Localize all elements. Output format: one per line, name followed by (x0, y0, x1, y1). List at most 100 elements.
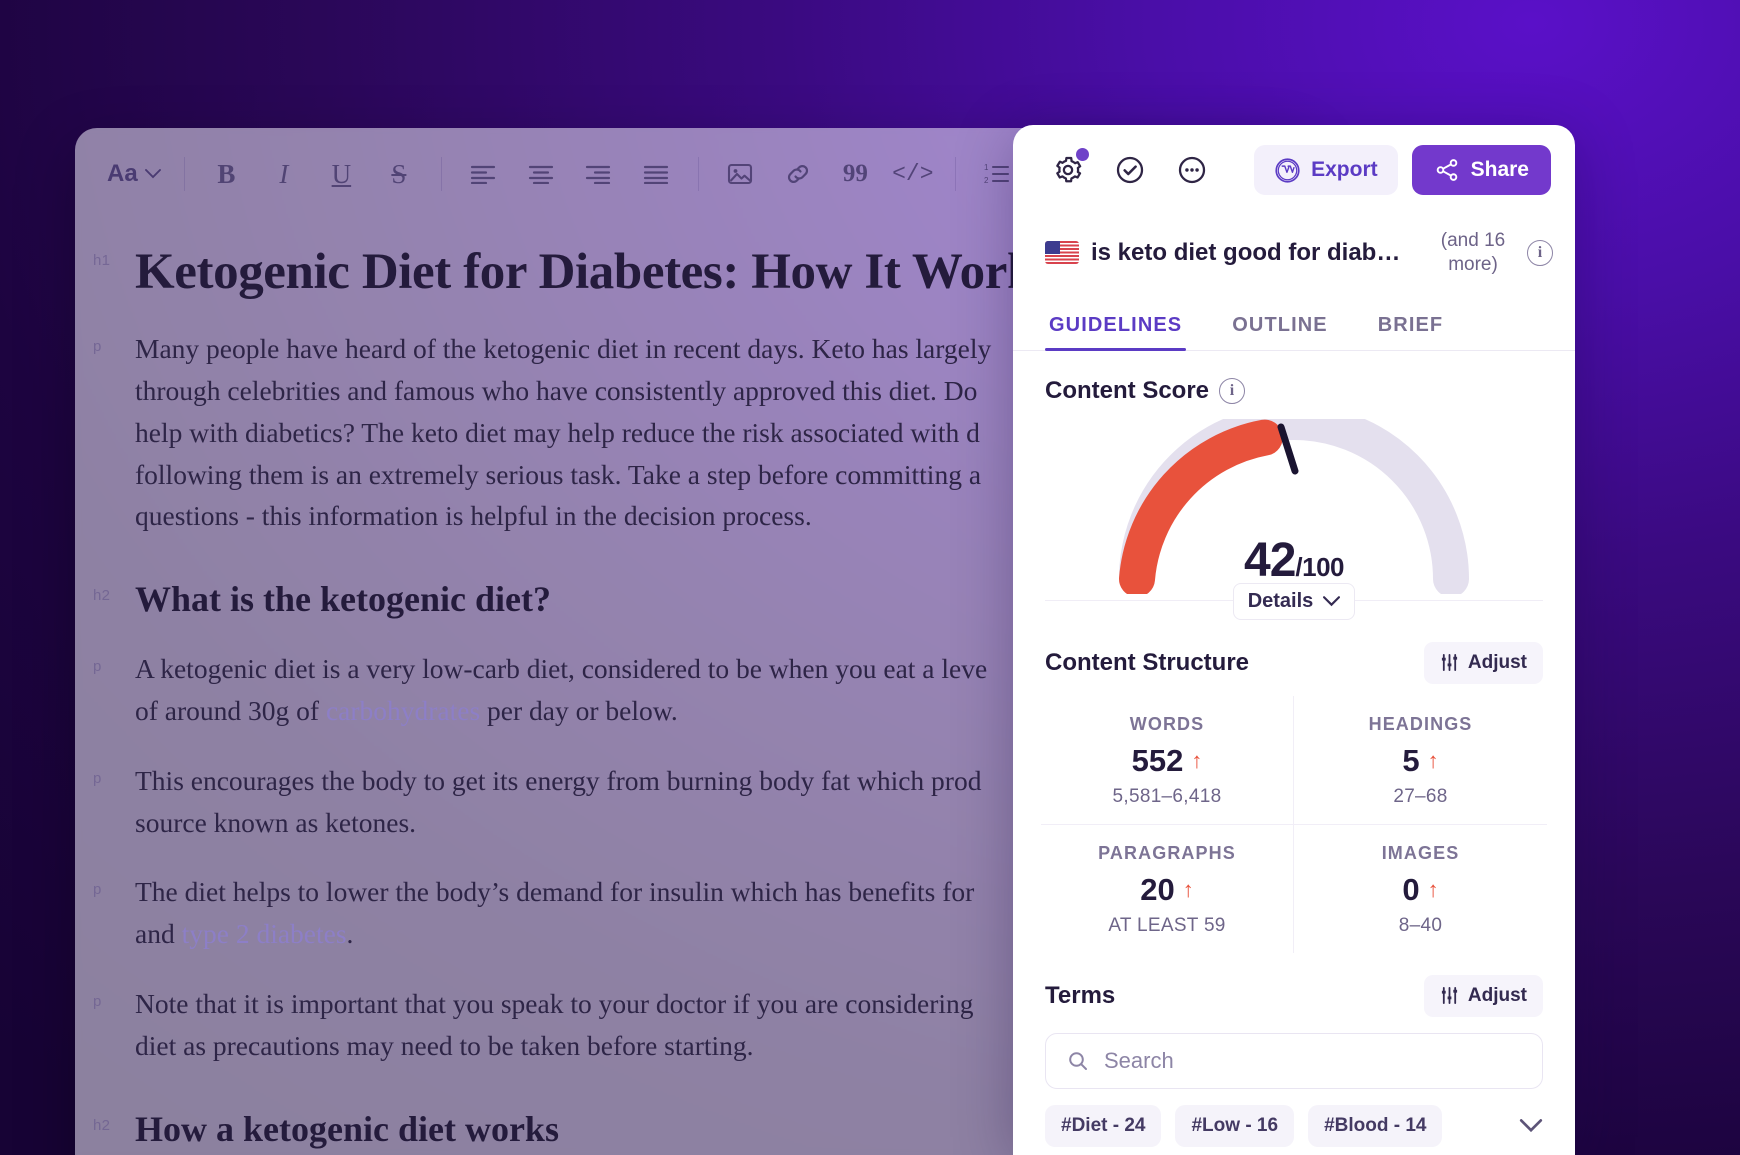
content-structure-stats: WORDS 552 ↑ 5,581–6,418 HEADINGS 5 ↑ 27–… (1041, 695, 1547, 953)
stat-value: 20 (1140, 871, 1175, 907)
block-tag-h2: h2 (93, 587, 111, 605)
stat-value-row: 552 ↑ (1041, 743, 1293, 779)
export-button[interactable]: Export (1254, 145, 1398, 195)
stat-range: AT LEAST 59 (1108, 914, 1226, 936)
stat-words: WORDS 552 ↑ 5,581–6,418 (1041, 695, 1294, 825)
block-tag-p: p (93, 658, 102, 676)
block-tag-p: p (93, 769, 102, 787)
keyword-text: is keto diet good for diab… (1091, 238, 1401, 266)
align-center-button[interactable] (520, 151, 562, 197)
toolbar-divider (440, 157, 442, 191)
more-options-button[interactable] (1169, 147, 1215, 193)
strikethrough-button[interactable]: S (378, 151, 420, 197)
search-icon (1069, 1051, 1087, 1070)
content-structure-header: Content Structure Adjust (1013, 638, 1575, 684)
sliders-icon (1441, 986, 1457, 1005)
toolbar-divider (183, 157, 185, 191)
chevron-down-icon (1323, 595, 1341, 606)
toolbar-divider (954, 157, 956, 191)
expand-terms-button[interactable] (1519, 1118, 1543, 1133)
stat-images: IMAGES 0 ↑ 8–40 (1294, 825, 1547, 953)
check-circle-icon (1116, 156, 1144, 184)
details-row: Details (1045, 582, 1543, 638)
stat-label: WORDS (1129, 713, 1205, 734)
terms-adjust-button[interactable]: Adjust (1423, 974, 1543, 1017)
stat-label: PARAGRAPHS (1098, 842, 1236, 863)
chevron-down-icon (144, 169, 161, 179)
content-score-title: Content Score (1045, 376, 1210, 404)
term-chip[interactable]: #Diet - 24 (1045, 1104, 1162, 1147)
stat-range: 27–68 (1393, 785, 1448, 807)
align-justify-button[interactable] (635, 151, 677, 197)
details-button[interactable]: Details (1232, 582, 1356, 620)
block-tag-h1: h1 (93, 252, 111, 269)
content-structure-adjust-button[interactable]: Adjust (1423, 641, 1543, 684)
settings-button[interactable] (1045, 147, 1091, 193)
stat-range: 8–40 (1398, 914, 1443, 936)
insert-image-button[interactable] (720, 151, 762, 197)
align-left-button[interactable] (463, 151, 505, 197)
stat-value: 552 (1131, 742, 1184, 778)
chevron-down-icon (1519, 1118, 1543, 1132)
gauge-score-readout: 42/100 (1099, 533, 1489, 588)
block-tag-p: p (93, 992, 102, 1010)
font-size-dropdown[interactable]: Aa (107, 160, 161, 188)
stat-headings: HEADINGS 5 ↑ 27–68 (1294, 696, 1547, 825)
toolbar-divider (697, 157, 699, 191)
seo-guidelines-panel: Export Share is keto diet good for diab…… (1013, 125, 1575, 1155)
terms-header: Terms Adjust (1013, 953, 1575, 1017)
score-max: /100 (1295, 551, 1344, 582)
term-chip[interactable]: #Blood - 14 (1308, 1104, 1443, 1147)
underline-button[interactable]: U (321, 151, 363, 197)
keyword-row[interactable]: is keto diet good for diab… (and 16 more… (1013, 215, 1575, 295)
trend-up-icon: ↑ (1182, 876, 1194, 902)
stat-paragraphs: PARAGRAPHS 20 ↑ AT LEAST 59 (1041, 824, 1294, 953)
info-icon[interactable]: i (1219, 377, 1246, 404)
share-nodes-icon (1436, 159, 1457, 181)
share-button[interactable]: Share (1411, 145, 1551, 195)
bold-button[interactable]: B (206, 151, 248, 197)
trend-up-icon: ↑ (1427, 876, 1439, 902)
insert-link-button[interactable] (777, 151, 819, 197)
italic-button[interactable]: I (263, 151, 305, 197)
trend-up-icon: ↑ (1427, 747, 1439, 773)
ordered-list-button[interactable]: 12 (977, 151, 1019, 197)
inline-link[interactable]: type 2 diabetes (182, 918, 347, 949)
stat-value-row: 5 ↑ (1294, 743, 1547, 779)
tab-brief[interactable]: BRIEF (1374, 314, 1448, 350)
terms-search-box[interactable] (1045, 1032, 1543, 1089)
block-tag-p: p (93, 338, 102, 356)
stat-label: HEADINGS (1368, 713, 1473, 734)
align-right-button[interactable] (578, 151, 620, 197)
svg-text:1: 1 (984, 163, 989, 172)
inline-link[interactable]: carbohydrates (326, 695, 480, 726)
stat-value-row: 0 ↑ (1294, 872, 1547, 908)
term-chip[interactable]: #Low - 16 (1175, 1104, 1295, 1147)
keyword-more-count: (and 16 more) (1440, 230, 1506, 275)
notification-dot (1076, 148, 1089, 161)
content-structure-title: Content Structure (1045, 648, 1249, 676)
block-tag-p: p (93, 881, 102, 899)
ellipsis-circle-icon (1178, 156, 1206, 184)
tab-guidelines[interactable]: GUIDELINES (1045, 314, 1187, 351)
export-label: Export (1311, 158, 1378, 181)
blockquote-button[interactable]: 99 (835, 151, 877, 197)
adjust-label: Adjust (1467, 984, 1527, 1006)
us-flag-icon (1045, 241, 1079, 265)
share-label: Share (1470, 158, 1529, 181)
tab-outline[interactable]: OUTLINE (1228, 314, 1331, 350)
terms-search-input[interactable] (1104, 1047, 1522, 1074)
font-size-label: Aa (107, 160, 138, 187)
svg-text:2: 2 (984, 176, 989, 185)
content-score-gauge: 42/100 (1099, 418, 1489, 594)
info-icon[interactable]: i (1527, 239, 1553, 266)
stat-range: 5,581–6,418 (1112, 785, 1222, 807)
check-status-button[interactable] (1107, 147, 1153, 193)
stat-value-row: 20 ↑ (1041, 872, 1293, 908)
sliders-icon (1441, 653, 1457, 672)
wordpress-icon (1275, 157, 1300, 183)
content-score-header: Content Score i (1013, 351, 1575, 405)
panel-tabs: GUIDELINES OUTLINE BRIEF (1013, 295, 1575, 351)
details-label: Details (1247, 589, 1314, 612)
code-block-button[interactable]: </> (892, 151, 934, 197)
